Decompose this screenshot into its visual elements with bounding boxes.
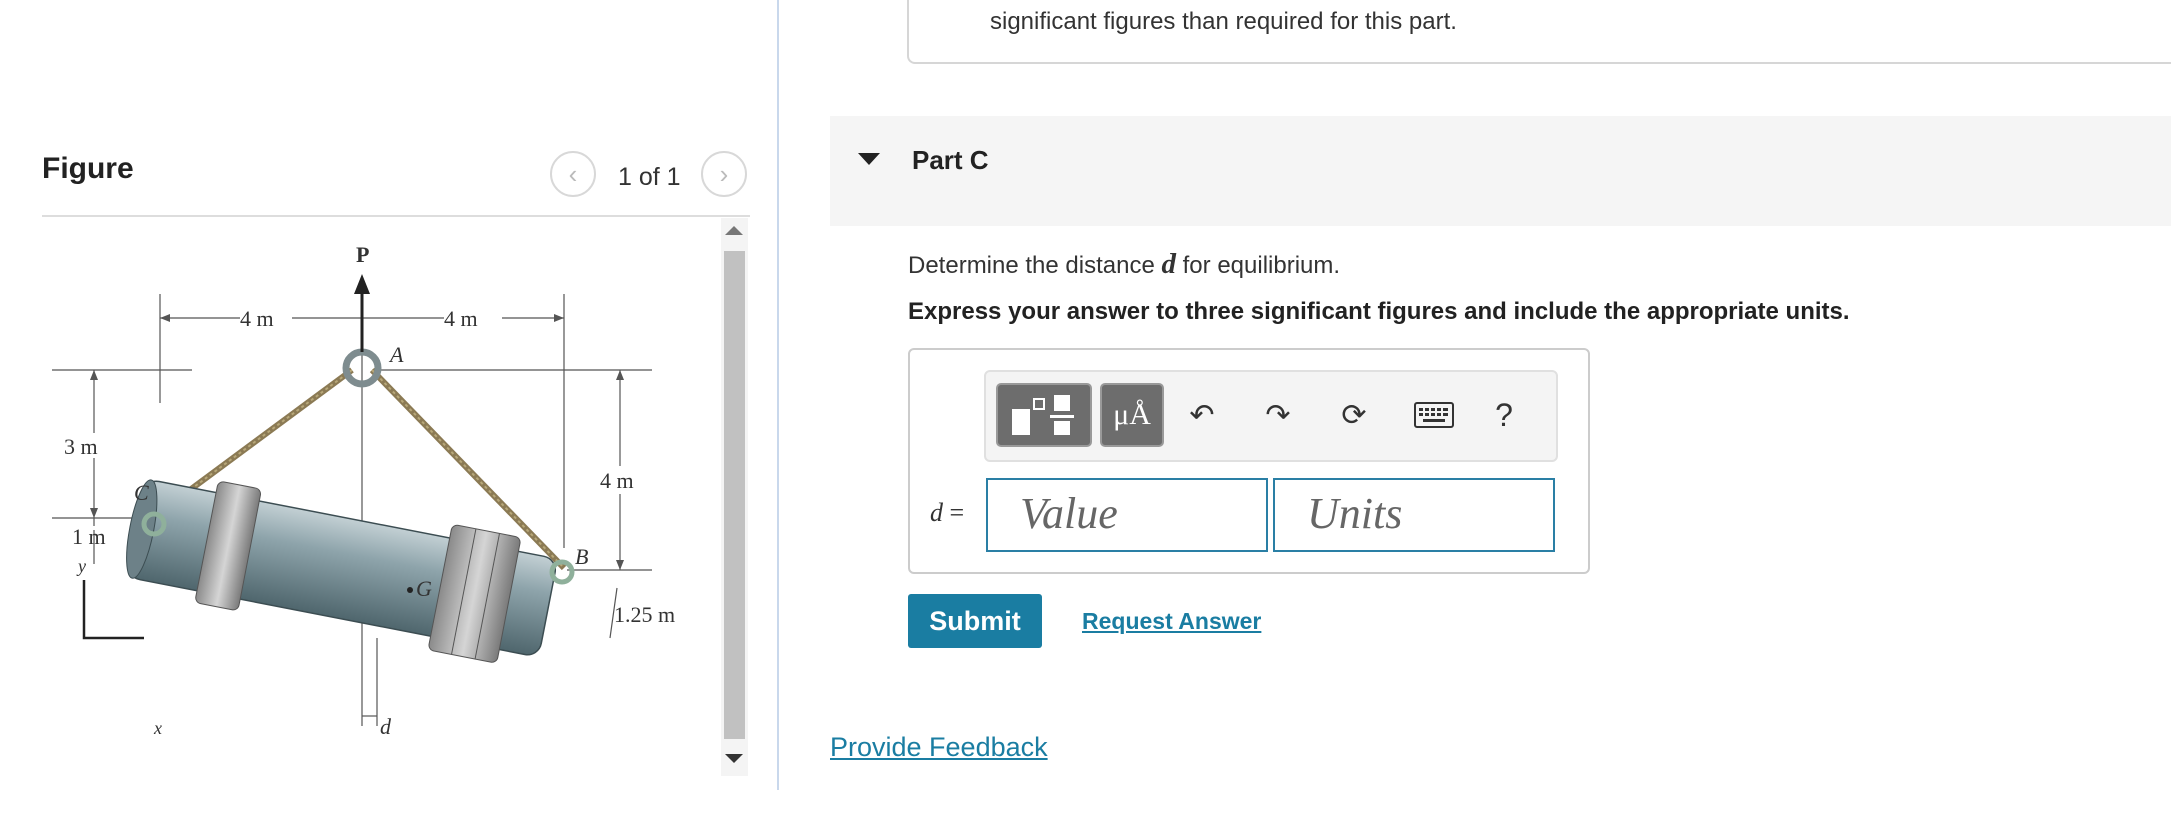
center-label: G bbox=[416, 576, 432, 601]
templates-icon bbox=[1012, 395, 1074, 435]
chevron-left-icon: ‹ bbox=[568, 158, 578, 189]
answer-variable: d bbox=[930, 498, 943, 527]
question-suffix: for equilibrium. bbox=[1175, 252, 1341, 279]
value-input[interactable]: Value bbox=[986, 478, 1268, 552]
submit-button[interactable]: Submit bbox=[908, 594, 1042, 648]
help-button[interactable]: ? bbox=[1484, 390, 1524, 440]
previous-part-note: significant figures than required for th… bbox=[990, 8, 1457, 35]
answer-instruction: Express your answer to three significant… bbox=[908, 298, 1850, 325]
units-button[interactable]: μÅ bbox=[1100, 383, 1164, 447]
figure-scrollbar[interactable] bbox=[721, 218, 748, 776]
point-a-label: A bbox=[388, 342, 404, 367]
prev-figure-button[interactable]: ‹ bbox=[550, 151, 596, 197]
dim-4m-vertical-label: 4 m bbox=[600, 468, 634, 493]
scroll-thumb[interactable] bbox=[724, 251, 745, 739]
undo-icon[interactable]: ↶ bbox=[1182, 390, 1222, 440]
figure-title: Figure bbox=[42, 152, 134, 185]
provide-feedback-link[interactable]: Provide Feedback bbox=[830, 732, 1048, 763]
panel-divider bbox=[777, 0, 779, 790]
part-c-header[interactable] bbox=[830, 116, 2171, 226]
figure-page-indicator: 1 of 1 bbox=[618, 163, 681, 191]
figure-divider bbox=[42, 215, 750, 217]
point-c-label: C bbox=[134, 480, 149, 505]
figure-image: P A B C G 4 m 4 m 3 m 1 m 4 m 1.25 m d x… bbox=[42, 218, 714, 776]
question-variable: d bbox=[1161, 248, 1176, 280]
answer-equals: = bbox=[943, 498, 965, 527]
scroll-up-icon[interactable] bbox=[725, 226, 743, 235]
part-title: Part C bbox=[912, 145, 989, 175]
redo-icon[interactable]: ↷ bbox=[1258, 390, 1298, 440]
answer-variable-label: d = bbox=[930, 498, 964, 528]
dim-d-label: d bbox=[380, 714, 392, 739]
axis-x-label: x bbox=[153, 718, 162, 738]
chevron-right-icon: › bbox=[719, 158, 729, 189]
pipe-sling-diagram: P A B C G 4 m 4 m 3 m 1 m 4 m 1.25 m d x… bbox=[52, 242, 675, 739]
dim-3m-label: 3 m bbox=[64, 434, 98, 459]
templates-button[interactable] bbox=[996, 383, 1092, 447]
collapse-caret-icon[interactable] bbox=[858, 153, 880, 165]
reset-icon[interactable]: ⟳ bbox=[1334, 390, 1374, 440]
dim-left-label: 4 m bbox=[240, 306, 274, 331]
next-figure-button[interactable]: › bbox=[701, 151, 747, 197]
point-b-label: B bbox=[575, 544, 588, 569]
force-label: P bbox=[356, 242, 369, 267]
axis-y-label: y bbox=[76, 556, 86, 576]
dim-1m-label: 1 m bbox=[72, 524, 106, 549]
math-toolbar: μÅ ↶ ↷ ⟳ ? bbox=[984, 370, 1558, 462]
request-answer-link[interactable]: Request Answer bbox=[1082, 608, 1261, 635]
dim-right-label: 4 m bbox=[444, 306, 478, 331]
question-prefix: Determine the distance bbox=[908, 252, 1162, 279]
scroll-down-icon[interactable] bbox=[725, 754, 743, 763]
question-text: Determine the distance d for equilibrium… bbox=[908, 248, 1340, 281]
units-input[interactable]: Units bbox=[1273, 478, 1555, 552]
keyboard-icon[interactable] bbox=[1414, 390, 1454, 440]
dim-125m-label: 1.25 m bbox=[614, 602, 675, 627]
